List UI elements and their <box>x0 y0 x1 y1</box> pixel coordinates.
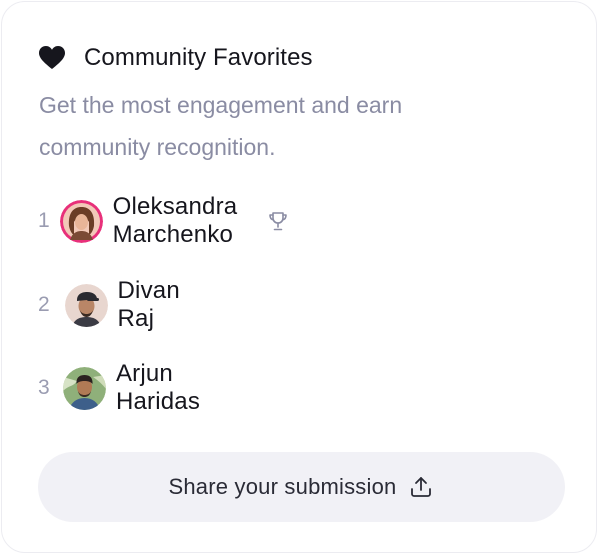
heart-icon <box>38 44 66 72</box>
leaderboard-row[interactable]: 2 Divan Raj <box>38 277 191 332</box>
community-favorites-card: Community Favorites Get the most engagem… <box>1 1 597 553</box>
leaderboard-row[interactable]: 3 Arjun Haridas <box>38 360 213 415</box>
rank-number: 3 <box>38 376 50 399</box>
avatar[interactable] <box>64 283 108 327</box>
card-header: Community Favorites <box>38 40 313 76</box>
card-title: Community Favorites <box>84 44 313 71</box>
avatar[interactable] <box>59 199 103 243</box>
share-submission-button[interactable]: Share your submission <box>38 452 565 522</box>
user-name[interactable]: Oleksandra Marchenko <box>113 193 256 249</box>
leaderboard-row[interactable]: 1 Oleksandra Marchenko <box>38 193 289 248</box>
share-button-label: Share your submission <box>168 474 397 499</box>
avatar[interactable] <box>62 366 106 410</box>
upload-icon <box>408 474 434 500</box>
rank-number: 1 <box>38 209 50 232</box>
user-name[interactable]: Divan Raj <box>118 277 192 333</box>
card-subtitle: Get the most engagement and earn communi… <box>39 92 403 160</box>
rank-number: 2 <box>38 293 50 316</box>
trophy-icon <box>267 209 289 233</box>
user-name[interactable]: Arjun Haridas <box>116 360 213 416</box>
